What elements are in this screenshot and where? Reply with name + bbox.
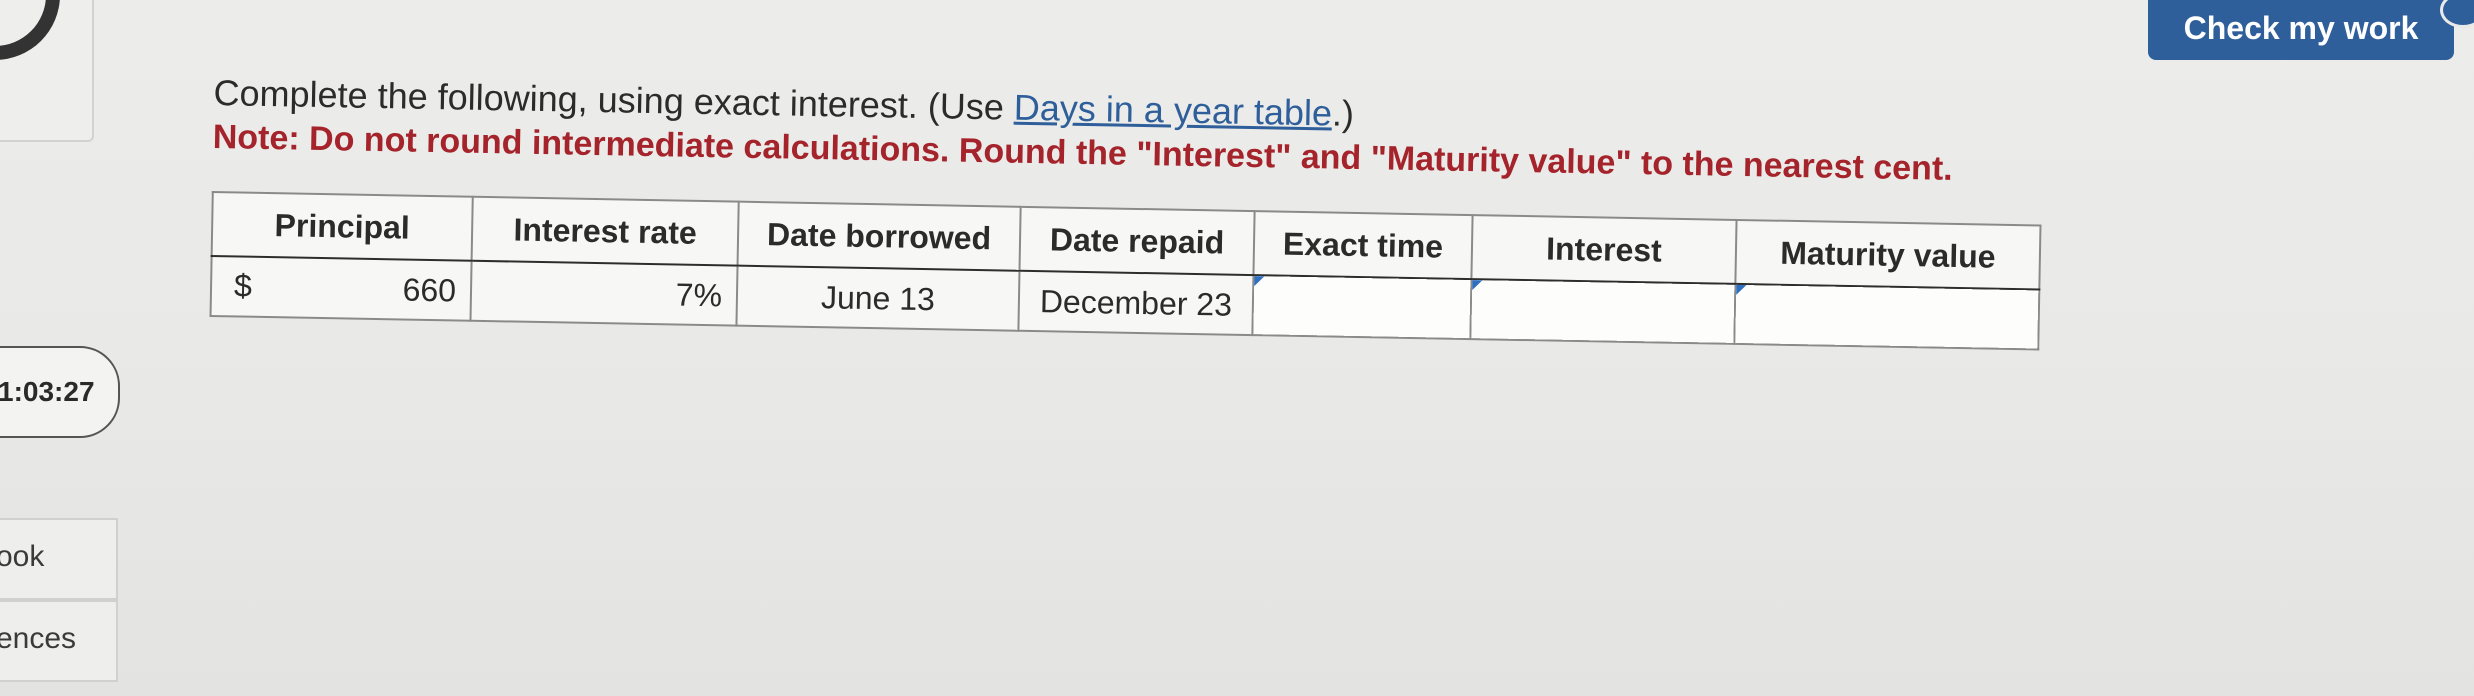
check-my-work-button[interactable]: Check my work — [2148, 0, 2454, 60]
input-marker-icon — [1736, 284, 1747, 296]
date-repaid-value: December 23 — [1018, 270, 1254, 336]
interest-table: Principal Interest rate Date borrowed Da… — [209, 190, 2042, 351]
header-principal: Principal — [211, 191, 473, 261]
interest-cell — [1470, 279, 1736, 344]
interest-input[interactable] — [1485, 280, 1725, 343]
header-date-repaid: Date repaid — [1019, 206, 1255, 276]
exact-time-input[interactable] — [1267, 276, 1461, 338]
currency-symbol: $ — [233, 267, 253, 304]
date-borrowed-value: June 13 — [736, 265, 1020, 331]
principal-value: 660 — [402, 270, 457, 308]
maturity-value-cell — [1734, 283, 2040, 350]
timer-text: 1:03:27 — [0, 376, 95, 407]
input-marker-icon — [1254, 276, 1265, 287]
instruction-text-end: .) — [1331, 92, 1355, 134]
sidebar-item-ebook-label: ook — [0, 540, 45, 573]
question-content: Complete the following, using exact inte… — [209, 72, 2044, 351]
days-in-year-link[interactable]: Days in a year table — [1014, 87, 1333, 134]
maturity-value-input[interactable] — [1749, 285, 2029, 349]
principal-cell: $ 660 — [210, 255, 472, 321]
header-date-borrowed: Date borrowed — [737, 201, 1021, 271]
header-exact-time: Exact time — [1253, 211, 1473, 280]
input-marker-icon — [1472, 280, 1483, 291]
interest-rate-value: 7% — [470, 260, 738, 326]
header-maturity-value: Maturity value — [1735, 219, 2041, 290]
sidebar-item-references-label: ences — [0, 622, 77, 655]
exact-time-cell — [1252, 275, 1472, 340]
header-interest-rate: Interest rate — [471, 196, 739, 266]
page: 1:03:27 ook ences Check my work Complete… — [0, 0, 2474, 696]
header-interest: Interest — [1471, 215, 1737, 284]
